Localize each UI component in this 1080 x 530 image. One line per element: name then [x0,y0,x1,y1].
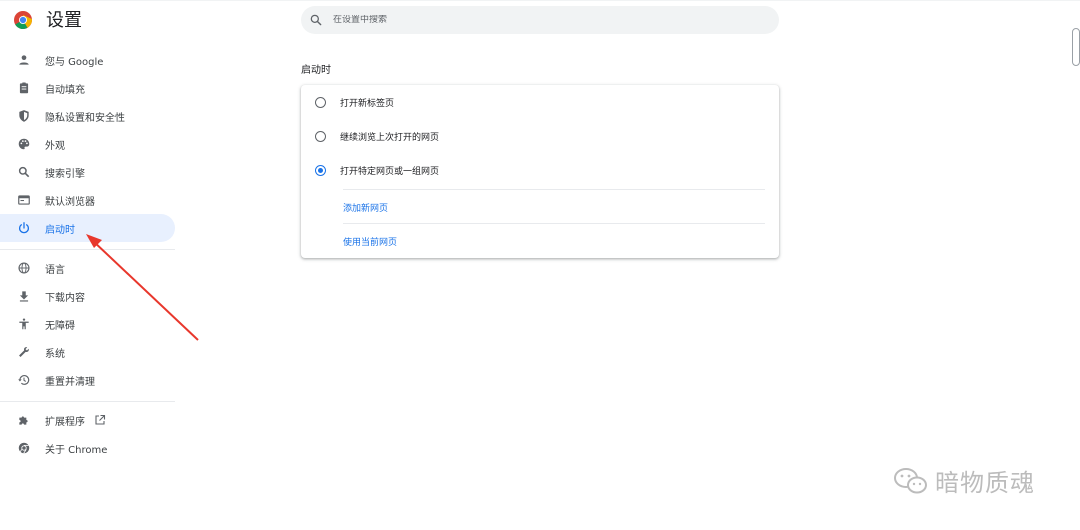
annotation-arrow [86,234,199,341]
download-icon [16,288,32,304]
top-border [0,0,1080,1]
open-external-icon [94,414,106,426]
sidebar-item-reset[interactable]: 重置并清理 [0,366,175,394]
clipboard-icon [16,80,32,96]
option-new-tab[interactable]: 打开新标签页 [301,87,779,117]
sidebar-divider [0,401,175,402]
sidebar-item-you-and-google[interactable]: 您与 Google [0,46,175,74]
sidebar-item-autofill[interactable]: 自动填充 [0,74,175,102]
sidebar-item-label: 默认浏览器 [45,196,95,208]
chrome-logo-icon [14,11,32,30]
option-specific-pages[interactable]: 打开特定网页或一组网页 [301,155,779,185]
sidebar-item-label: 您与 Google [45,56,104,68]
palette-icon [16,136,32,152]
scrollbar-thumb[interactable] [1072,28,1080,66]
puzzle-icon [16,412,32,428]
option-continue[interactable]: 继续浏览上次打开的网页 [301,121,779,151]
page-title: 设置 [46,10,82,31]
sidebar-item-label: 外观 [45,140,65,152]
sidebar-item-label: 无障碍 [45,320,75,332]
globe-icon [16,260,32,276]
sidebar-item-extensions[interactable]: 扩展程序 [0,406,175,434]
watermark: 暗物质魂 [893,463,1035,498]
radio-button[interactable] [315,130,326,142]
sidebar-item-label: 系统 [45,348,65,360]
browser-window-icon [16,192,32,208]
sidebar-item-appearance[interactable]: 外观 [0,130,175,158]
wrench-icon [16,344,32,360]
sidebar-item-label: 语言 [45,264,65,276]
card-divider [343,189,765,190]
search-input[interactable] [333,15,733,25]
section-title: 启动时 [301,65,331,76]
sidebar-item-default-browser[interactable]: 默认浏览器 [0,186,175,214]
card-divider [343,223,765,224]
chrome-icon [16,440,32,456]
watermark-text: 暗物质魂 [935,469,1035,497]
settings-search-bar[interactable] [301,6,779,34]
shield-icon [16,108,32,124]
add-new-page-link[interactable]: 添加新网页 [343,201,388,214]
sidebar-item-label: 隐私设置和安全性 [45,112,125,124]
wechat-icon [893,466,929,496]
sidebar-item-label: 下载内容 [45,292,85,304]
magnifier-icon [16,164,32,180]
history-icon [16,372,32,388]
sidebar-item-label: 自动填充 [45,84,85,96]
sidebar-item-label: 重置并清理 [45,376,95,388]
option-label: 打开特定网页或一组网页 [340,166,440,177]
radio-button[interactable] [315,96,326,108]
use-current-pages-link[interactable]: 使用当前网页 [343,235,397,248]
option-label: 打开新标签页 [340,98,395,109]
startup-options-card: 打开新标签页 继续浏览上次打开的网页 打开特定网页或一组网页 添加新网页 使用当… [301,85,779,258]
radio-button-checked[interactable] [315,164,326,176]
accessibility-icon [16,316,32,332]
sidebar-item-label: 扩展程序 [45,416,85,428]
sidebar-item-label: 关于 Chrome [45,444,108,456]
sidebar-item-about-chrome[interactable]: 关于 Chrome [0,434,175,462]
sidebar-item-search-engine[interactable]: 搜索引擎 [0,158,175,186]
option-label: 继续浏览上次打开的网页 [340,132,440,143]
sidebar-item-label: 搜索引擎 [45,168,85,180]
power-icon [16,220,32,236]
sidebar-item-label: 启动时 [45,224,75,236]
search-icon [309,13,323,27]
person-icon [16,52,32,68]
sidebar-item-privacy-security[interactable]: 隐私设置和安全性 [0,102,175,130]
